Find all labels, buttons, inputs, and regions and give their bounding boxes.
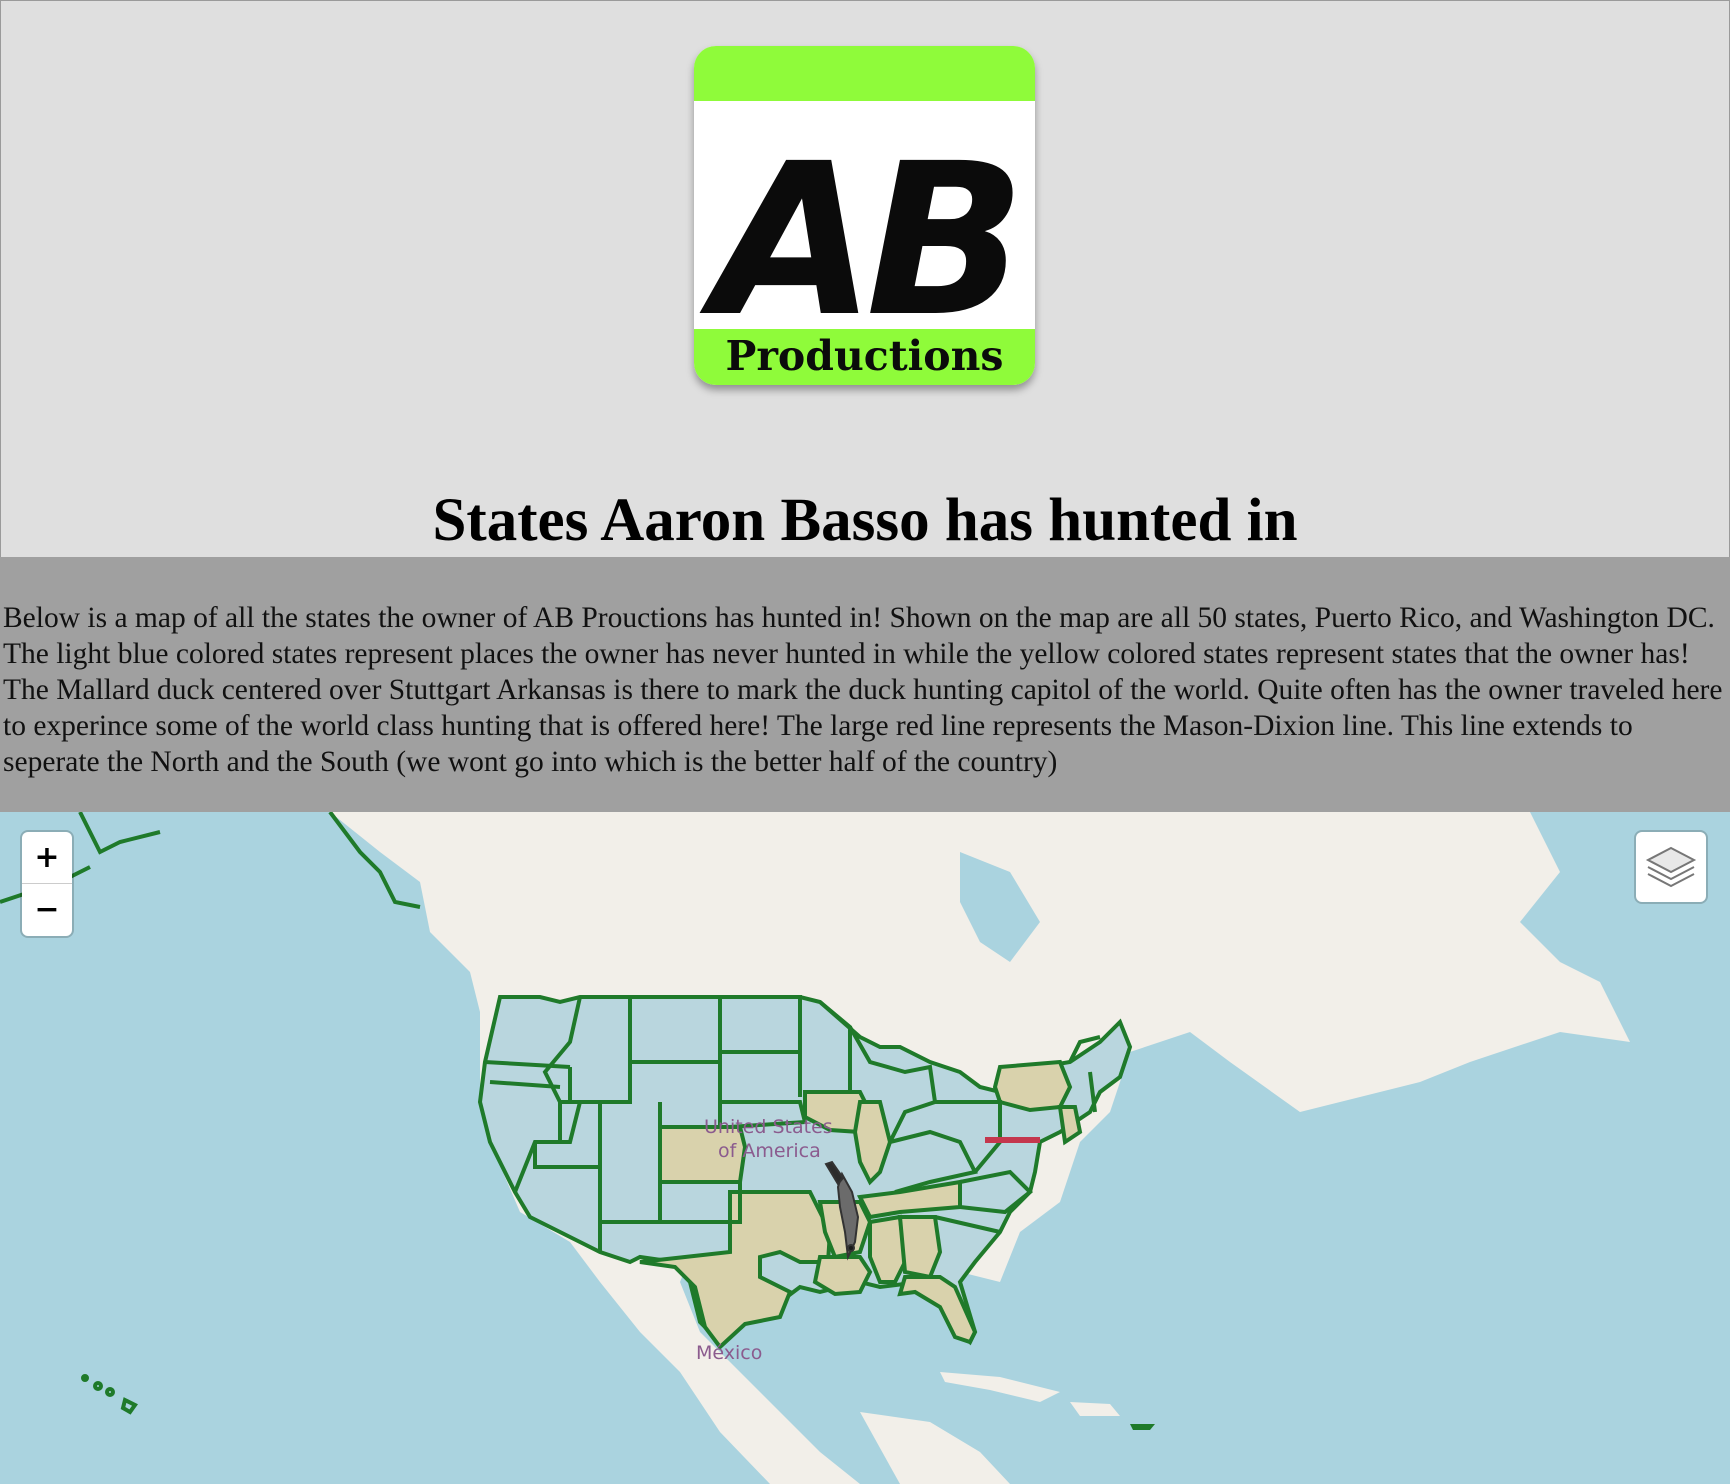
state-hunted [992,1059,1073,1113]
map-label-us-line1: United States [704,1116,833,1138]
logo-word: Productions [725,332,1004,380]
logo-letters: AB [713,118,1026,363]
zoom-control: + − [22,832,72,936]
state-hunted [812,1255,873,1297]
page-title: States Aaron Basso has hunted in [432,487,1298,554]
state-hunted [897,1215,943,1280]
hawaii-islands [81,1374,138,1415]
map-canvas[interactable] [0,812,1730,1484]
cuba-land [940,1372,1060,1402]
puerto-rico [1130,1424,1155,1430]
hispaniola-land [1070,1402,1120,1416]
intro-paragraph: Below is a map of all the states the own… [3,602,1723,778]
map-label-us-line2: of America [718,1140,821,1162]
ab-productions-logo: AB Productions [694,46,1035,385]
layers-button[interactable] [1636,832,1706,902]
layers-icon [1645,846,1697,888]
central-america-land [860,1412,1010,1484]
logo-top-band [694,46,1035,101]
hunting-map[interactable]: United States of America México [0,812,1730,1484]
zoom-in-button[interactable]: + [22,832,72,884]
map-label-mexico: México [696,1342,763,1364]
mason-dixon-line [985,1137,1040,1143]
zoom-out-button[interactable]: − [22,884,72,936]
state-hunted [897,1275,978,1345]
